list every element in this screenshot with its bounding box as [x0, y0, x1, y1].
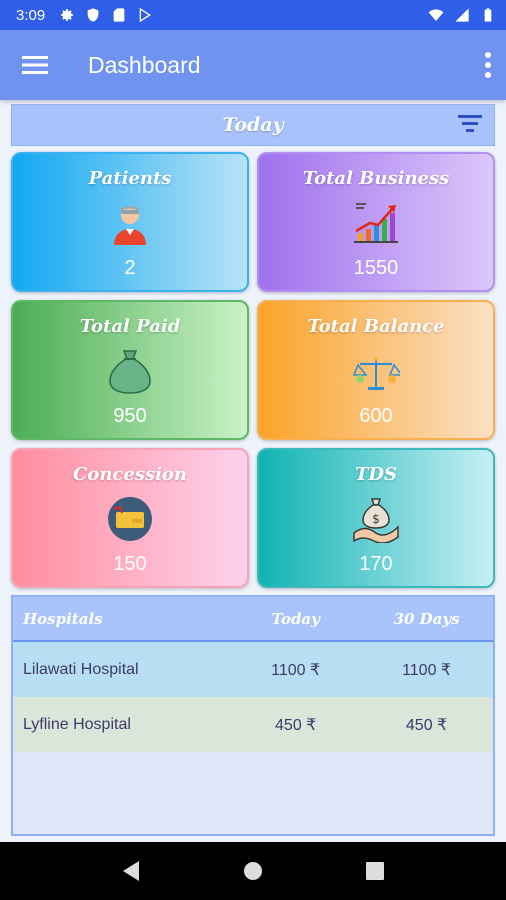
period-label: Today [222, 114, 284, 136]
settings-icon [61, 9, 74, 21]
wifi-icon [428, 9, 444, 21]
card-title: Patients [88, 168, 172, 189]
card-value: 600 [359, 405, 393, 427]
card-title: Total Paid [79, 316, 181, 337]
card-value: 150 [113, 553, 147, 575]
hamburger-menu-icon[interactable] [0, 30, 70, 100]
page-title: Dashboard [88, 51, 201, 78]
patients-card[interactable]: Patients 2 [11, 152, 249, 292]
recents-icon[interactable] [361, 857, 389, 885]
card-value: 1550 [353, 257, 399, 279]
patient-icon [114, 206, 146, 245]
home-icon[interactable] [239, 857, 267, 885]
growth-chart-icon [354, 203, 398, 243]
card-value: 2 [124, 257, 136, 279]
signal-icon [455, 8, 469, 22]
period-filter-bar[interactable]: Today [11, 104, 495, 146]
30-days-amount: 450 ₹ [405, 716, 448, 734]
card-title: TDS [354, 464, 397, 485]
card-title: Concession [72, 464, 188, 485]
card-value: 170 [359, 553, 393, 575]
money-bag-icon [109, 350, 151, 394]
card-value: 950 [113, 405, 147, 427]
coupon-icon [108, 497, 152, 541]
hospital-name: Lilawati Hospital [23, 660, 139, 678]
30-days-amount: 1100 ₹ [402, 661, 452, 679]
more-vert-icon[interactable] [470, 30, 506, 100]
table-header: Hospitals Today 30 Days [13, 597, 493, 642]
back-icon[interactable] [117, 857, 145, 885]
today-amount: 450 ₹ [275, 716, 317, 734]
hospital-name: Lyfline Hospital [23, 715, 131, 733]
status-time: 3:09 [16, 6, 46, 24]
sd-card-icon [113, 8, 125, 22]
filter-icon[interactable] [458, 113, 484, 135]
svg-text:$: $ [372, 512, 380, 526]
play-store-icon [139, 7, 152, 23]
concession-card[interactable]: Concession 150 [11, 448, 249, 588]
balance-scale-icon [352, 357, 400, 390]
table-row[interactable]: Lyfline Hospital 450 ₹ 450 ₹ [13, 697, 493, 752]
status-bar: 3:09 [0, 0, 506, 30]
column-header-today: Today [271, 609, 320, 628]
app-bar: Dashboard [0, 30, 506, 100]
column-header-hospitals: Hospitals [23, 609, 103, 628]
column-header-30-days: 30 Days [393, 609, 460, 628]
total-paid-card[interactable]: Total Paid 950 [11, 300, 249, 440]
card-title: Total Balance [307, 316, 445, 337]
money-hand-icon: $ [353, 498, 399, 543]
system-navigation-bar [0, 842, 506, 900]
table-row[interactable]: Lilawati Hospital 1100 ₹ 1100 ₹ [13, 642, 493, 697]
total-balance-card[interactable]: Total Balance 600 [257, 300, 495, 440]
today-amount: 1100 ₹ [271, 661, 321, 679]
battery-icon [484, 8, 492, 22]
total-business-card[interactable]: Total Business 1550 [257, 152, 495, 292]
tds-card[interactable]: TDS $ 170 [257, 448, 495, 588]
card-title: Total Business [302, 168, 450, 189]
hospitals-table: Hospitals Today 30 Days Lilawati Hospita… [11, 595, 495, 836]
shield-icon [87, 8, 99, 22]
